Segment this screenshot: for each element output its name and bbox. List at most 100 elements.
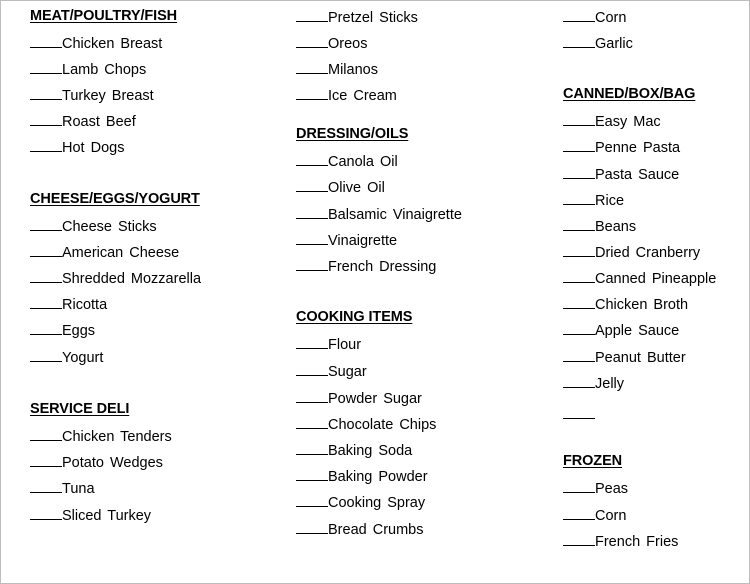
list-item: Bread Crumbs [296,520,423,538]
list-item: Balsamic Vinaigrette [296,205,462,223]
item-label: Flour [328,337,362,353]
checkoff-blank[interactable] [30,269,62,283]
checkoff-blank[interactable] [296,257,328,271]
checkoff-blank[interactable] [30,60,62,74]
checkoff-blank[interactable] [296,8,328,22]
checkoff-blank[interactable] [296,389,328,403]
checkoff-blank[interactable] [563,348,595,362]
checkoff-blank[interactable] [30,217,62,231]
checkoff-blank[interactable] [563,112,595,126]
checkoff-blank[interactable] [296,205,328,219]
checkoff-blank[interactable] [296,362,328,376]
checkoff-blank[interactable] [296,441,328,455]
item-label: Corn [595,10,627,26]
checkoff-blank[interactable] [30,506,62,520]
checkoff-blank[interactable] [563,8,595,22]
item-label: Balsamic Vinaigrette [328,207,462,223]
section-heading: DRESSING/OILS [296,126,409,142]
item-label: Jelly [595,376,625,392]
list-item: Roast Beef [30,112,136,130]
checkoff-blank[interactable] [563,506,595,520]
checkoff-blank[interactable] [30,243,62,257]
checkoff-blank[interactable] [30,86,62,100]
checkoff-blank[interactable] [296,178,328,192]
checkoff-blank[interactable] [563,321,595,335]
checkoff-blank[interactable] [296,231,328,245]
item-label: Baking Powder [328,469,428,485]
checkoff-blank[interactable] [30,138,62,152]
list-item: Cheese Sticks [30,217,157,235]
item-label: Olive Oil [328,180,385,196]
section-heading: SERVICE DELI [30,401,130,417]
list-item: Vinaigrette [296,231,397,249]
item-label: Hot Dogs [62,140,125,156]
item-label: Ice Cream [328,88,397,104]
item-label: Pretzel Sticks [328,10,418,26]
checkoff-blank[interactable] [30,34,62,48]
list-item: Chicken Tenders [30,427,172,445]
list-item: French Dressing [296,257,436,275]
checkoff-blank[interactable] [296,34,328,48]
checkoff-blank[interactable] [296,467,328,481]
list-item: Chocolate Chips [296,415,436,433]
checkoff-blank[interactable] [563,405,595,419]
checkoff-blank[interactable] [563,243,595,257]
list-item: Lamb Chops [30,60,146,78]
checkoff-blank[interactable] [296,493,328,507]
item-label: Roast Beef [62,114,136,130]
checkoff-blank[interactable] [563,532,595,546]
list-item: Pasta Sauce [563,165,679,183]
item-label: Penne Pasta [595,140,681,156]
item-label: Corn [595,508,627,524]
checkoff-blank[interactable] [296,415,328,429]
checkoff-blank[interactable] [30,348,62,362]
checkoff-blank[interactable] [563,165,595,179]
checkoff-blank[interactable] [563,217,595,231]
list-item: Powder Sugar [296,389,422,407]
list-item: Olive Oil [296,178,385,196]
item-label: Cooking Spray [328,495,426,511]
checkoff-blank[interactable] [563,34,595,48]
item-label: Vinaigrette [328,233,398,249]
list-item: Canola Oil [296,152,398,170]
list-item: Hot Dogs [30,138,124,156]
list-item: Garlic [563,34,633,52]
checkoff-blank[interactable] [563,374,595,388]
checkoff-blank[interactable] [30,453,62,467]
checkoff-blank[interactable] [563,269,595,283]
list-item: Canned Pineapple [563,269,716,287]
list-item: Yogurt [30,348,103,366]
checkoff-blank[interactable] [563,138,595,152]
checkoff-blank[interactable] [30,427,62,441]
list-item: Eggs [30,321,95,339]
section-heading: COOKING ITEMS [296,309,413,325]
checkoff-blank[interactable] [563,295,595,309]
checkoff-blank[interactable] [563,191,595,205]
checkoff-blank[interactable] [296,152,328,166]
checkoff-blank[interactable] [296,335,328,349]
checkoff-blank[interactable] [296,520,328,534]
list-item: Ricotta [30,295,107,313]
checkoff-blank[interactable] [30,112,62,126]
item-label: Oreos [328,36,368,52]
item-label: Eggs [62,323,96,339]
item-label: Rice [595,193,625,209]
list-item: Beans [563,217,636,235]
item-label: Peas [595,481,629,497]
checkoff-blank[interactable] [296,86,328,100]
checkoff-blank[interactable] [30,479,62,493]
list-item: Flour [296,335,361,353]
checkoff-blank[interactable] [296,60,328,74]
item-label: Bread Crumbs [328,522,424,538]
item-label: Canned Pineapple [595,271,717,287]
item-label: Peanut Butter [595,350,686,366]
item-label: Chicken Tenders [62,429,172,445]
checkoff-blank[interactable] [30,295,62,309]
list-item: Milanos [296,60,378,78]
item-label: Pasta Sauce [595,167,680,183]
checkoff-blank[interactable] [30,321,62,335]
list-item: Baking Soda [296,441,412,459]
list-item: Jelly [563,374,624,392]
list-item: Turkey Breast [30,86,154,104]
checkoff-blank[interactable] [563,479,595,493]
